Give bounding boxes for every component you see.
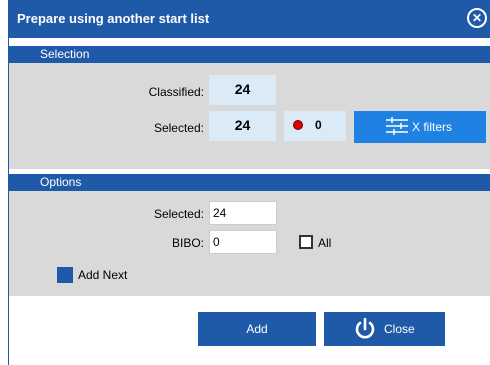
bibo-input[interactable]: 0 [209, 230, 277, 254]
options-selected-label: Selected: [153, 207, 204, 221]
all-label: All [318, 236, 332, 250]
title-gap [9, 38, 490, 46]
classified-label: Classified: [148, 85, 204, 99]
selected-label: Selected: [153, 121, 204, 135]
red-dot-icon [293, 120, 303, 130]
selected-value: 24 [209, 111, 276, 141]
add-next-checkbox[interactable] [57, 267, 73, 283]
power-icon [355, 318, 375, 339]
add-next-label: Add Next [78, 268, 128, 282]
close-icon[interactable]: ✕ [467, 8, 487, 28]
prepare-dialog: Prepare using another start list ✕ Selec… [8, 0, 490, 365]
options-header: Options [9, 174, 490, 191]
add-button-label: Add [246, 322, 268, 336]
dialog-title: Prepare using another start list [17, 11, 210, 26]
selection-header: Selection [9, 46, 490, 63]
selection-panel: Classified: 24 Selected: 24 0 X filters [9, 63, 490, 169]
filters-button-label: X filters [412, 120, 453, 134]
classified-value: 24 [209, 75, 276, 105]
options-header-label: Options [40, 175, 82, 189]
all-checkbox[interactable] [299, 235, 313, 249]
close-button-label: Close [384, 322, 415, 336]
filter-sliders-icon [386, 117, 408, 135]
bibo-label: BIBO: [171, 236, 204, 250]
red-count-box: 0 [284, 111, 346, 141]
title-bar: Prepare using another start list ✕ [9, 0, 490, 38]
selection-header-label: Selection [40, 47, 90, 61]
options-panel: Selected: 24 BIBO: 0 All Add Next [9, 191, 490, 296]
red-count-value: 0 [315, 118, 322, 132]
add-button[interactable]: Add [198, 312, 316, 346]
options-selected-input[interactable]: 24 [209, 201, 277, 225]
close-button[interactable]: Close [324, 312, 445, 346]
filters-button[interactable]: X filters [354, 111, 486, 143]
